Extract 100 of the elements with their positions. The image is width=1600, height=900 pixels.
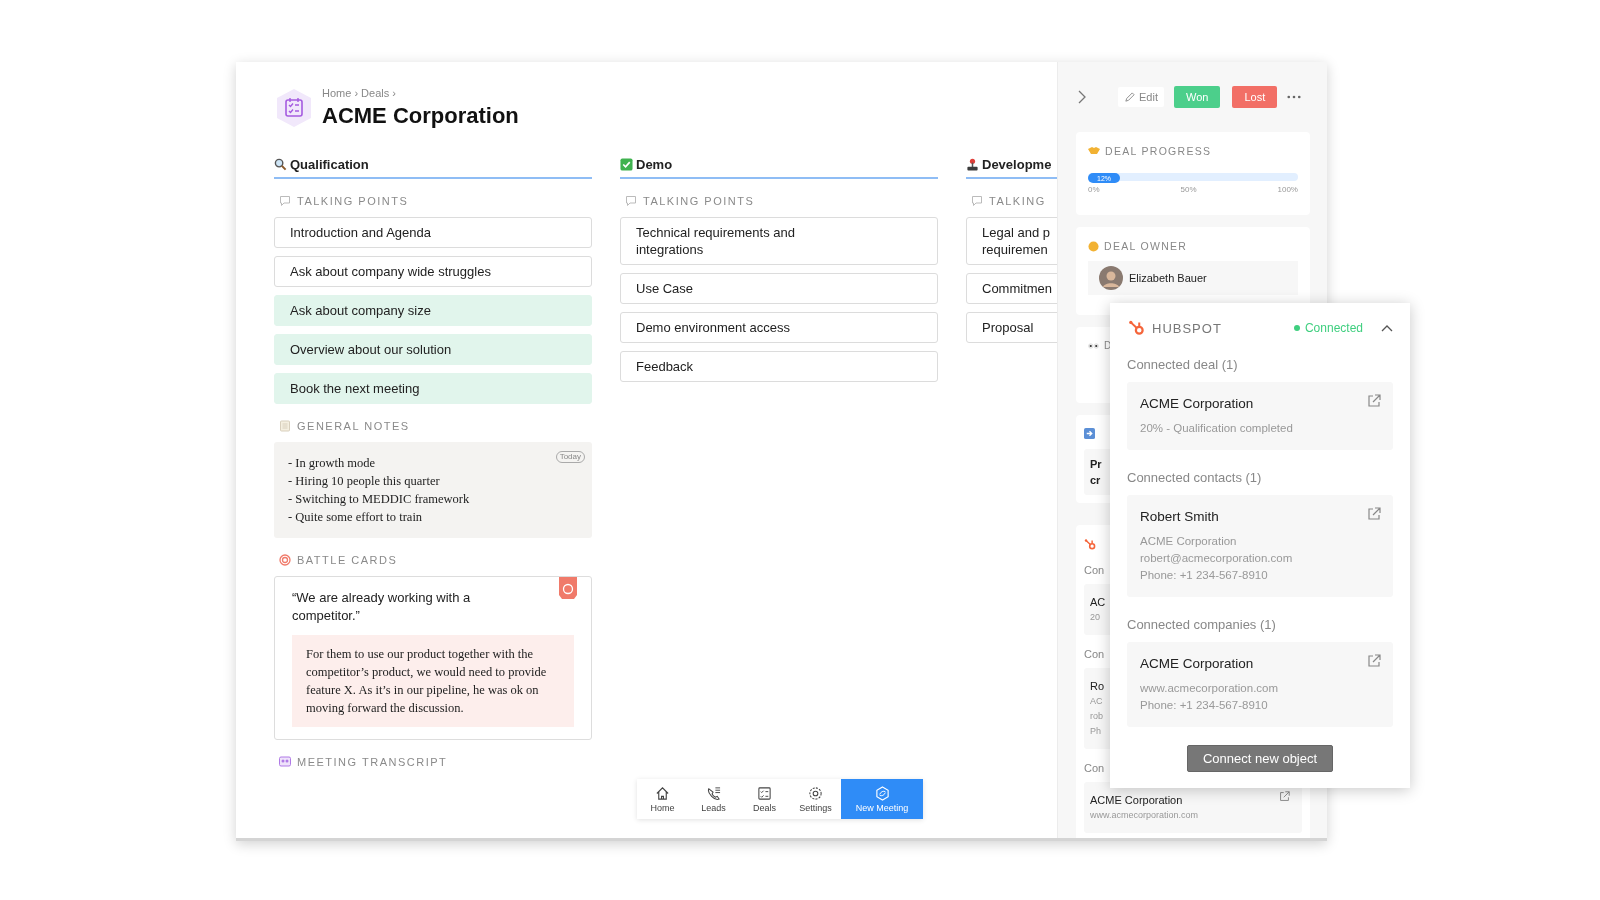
talking-point[interactable]: Proposal [966,312,1057,343]
nav-tab[interactable]: Leads [688,779,739,819]
page-title: ACME Corporation [322,103,519,129]
arrow-right-icon [1084,428,1095,439]
external-link-icon[interactable] [1367,507,1381,521]
popup-title: HUBSPOT [1152,320,1223,336]
section-heading: Con [1084,762,1105,774]
status-dot-icon [1293,325,1300,331]
more-icon[interactable] [1287,95,1302,99]
record-title: ACME Corporation [1140,396,1254,411]
nav-tab[interactable]: Settings [790,779,841,819]
talking-point[interactable]: Overview about our solution [274,334,592,365]
section-label: TALKING POINTS [643,195,755,207]
owner-field[interactable]: Elizabeth Bauer [1088,261,1298,295]
talking-point[interactable]: Demo environment access [620,312,938,343]
section-heading: Connected deal (1) [1127,357,1239,372]
card-text: 20 [1090,611,1100,624]
caret-icon[interactable] [1381,324,1393,332]
nav-tab[interactable]: Deals [739,779,790,819]
speech-bubble-icon [279,195,291,207]
card-text: Ro [1090,679,1105,694]
stage-title: Developme [982,157,1052,172]
note-line: - Quite some effort to train [288,509,423,526]
card-text: cr [1090,473,1101,488]
hubspot-icon [1128,319,1146,337]
talking-point[interactable]: Commitmen [966,273,1057,304]
hubspot-icon [1084,538,1097,551]
notepad-icon [279,420,291,432]
card-text: rob [1090,710,1103,723]
home-icon [655,785,670,801]
bookmark-icon [559,577,577,599]
stage-title: Demo [636,157,673,172]
card-title: ACME Corporation [1090,793,1183,808]
talking-point[interactable]: Feedback [620,351,938,382]
eyes-icon [1088,342,1099,349]
talking-point[interactable]: Book the next meeting [274,373,592,404]
stage-title: Qualification [290,157,369,172]
tick-label: 0% [1088,185,1100,194]
note-line: - Hiring 10 people this quarter [288,473,440,490]
pencil-icon [1124,91,1135,103]
card-text: AC [1090,695,1103,708]
stage-header[interactable]: Demo [620,157,938,179]
section-label: TALKING [989,195,1046,207]
card-text: Pr [1090,457,1102,472]
record-detail: www.acmecorporation.com [1140,681,1280,696]
external-link-icon[interactable] [1367,394,1381,408]
section-heading: Connected companies (1) [1127,617,1277,632]
avatar [1099,266,1123,290]
checkbox-icon [620,158,633,171]
nav-tab[interactable]: Home [637,779,688,819]
talking-point[interactable]: Use Case [620,273,938,304]
settings-icon [808,785,823,801]
card-label: DEAL PROGRESS [1105,145,1212,157]
objection-answer: For them to use our product together with the competitor’s product, we would need to provide feature X. As it’s in our pipeline, he was ok on moving forward the discussion. [292,635,574,727]
note-line: - Switching to MEDDIC framework [288,491,470,508]
talking-point[interactable]: Ask about company wide struggles [274,256,592,287]
section-heading: Con [1084,564,1105,576]
target-icon [279,554,291,566]
objection-quote: “We are already working with a competitor.” [292,589,472,625]
stage-header[interactable]: Qualification [274,157,592,179]
tick-label: 50% [1180,185,1197,194]
record-detail: Phone: +1 234-567-8910 [1140,568,1269,583]
connect-button[interactable]: Connect new object [1186,745,1334,772]
external-link-icon[interactable] [1367,654,1381,668]
speech-bubble-icon [971,195,983,207]
connection-status: Connected [1293,321,1363,335]
talking-point[interactable]: Technical requirements and integrations [620,217,938,265]
section-label: MEETING TRANSCRIPT [297,756,448,768]
checklist-icon [274,88,314,128]
speech-bubble-icon [625,195,637,207]
talking-point[interactable]: Legal and p requiremen [966,217,1057,265]
record-title: Robert Smith [1140,509,1219,524]
section-label: TALKING POINTS [297,195,409,207]
record-detail: ACME Corporation [1140,534,1238,549]
breadcrumb[interactable]: Home › Deals › [322,87,519,99]
tick-label: 100% [1277,185,1298,194]
section-heading: Connected contacts (1) [1127,470,1263,485]
card-label: DEAL OWNER [1104,240,1188,252]
magnifier-icon [274,158,287,171]
joystick-icon [966,158,979,171]
section-heading: Con [1084,648,1105,660]
checklist-icon [757,785,772,801]
card-text: Ph [1090,725,1101,738]
edit-button[interactable]: Edit [1118,87,1164,107]
people-icon [279,756,291,768]
record-detail: Phone: +1 234-567-8910 [1140,698,1269,713]
record-title: ACME Corporation [1140,656,1254,671]
chevron-right-icon[interactable] [1078,90,1086,104]
talking-point[interactable]: Introduction and Agenda [274,217,592,248]
record-detail: robert@acmecorporation.com [1140,551,1294,566]
card-text: www.acmecorporation.com [1090,809,1199,822]
record-detail: 20% - Qualification completed [1140,421,1294,436]
hexagon-icon [874,785,890,801]
phone-list-icon [706,785,721,801]
talking-point[interactable]: Ask about company size [274,295,592,326]
note-line: - In growth mode [288,455,376,472]
card-text: AC [1090,595,1106,610]
section-label: GENERAL NOTES [297,420,410,432]
external-link-icon[interactable] [1279,791,1290,802]
section-label: BATTLE CARDS [297,554,398,566]
